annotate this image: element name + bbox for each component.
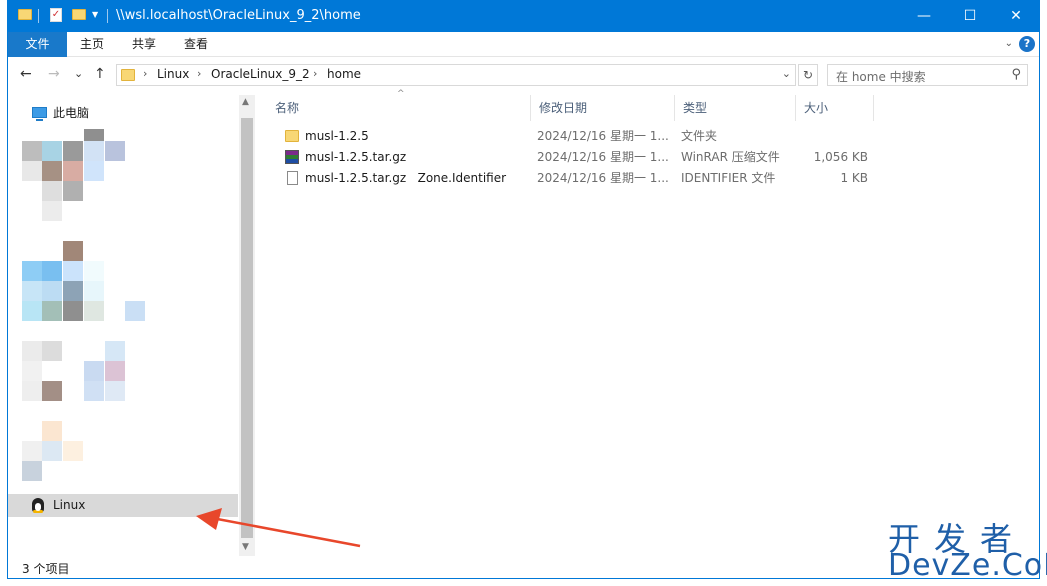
minimize-button[interactable]: — <box>901 1 947 32</box>
column-header-type[interactable]: 类型 <box>675 95 796 121</box>
file-row[interactable]: musl-1.2.5.tar.gz 2024/12/16 星期一 1... Wi… <box>267 147 887 168</box>
nav-linux[interactable]: Linux <box>8 494 238 517</box>
title-bar: ✓ ▼ \\wsl.localhost\OracleLinux_9_2\home… <box>8 1 1039 32</box>
file-explorer-window: ✓ ▼ \\wsl.localhost\OracleLinux_9_2\home… <box>7 0 1040 579</box>
back-button[interactable]: ← <box>20 66 32 82</box>
file-date: 2024/12/16 星期一 1... <box>537 150 669 164</box>
search-icon[interactable]: ⚲ <box>1011 67 1021 82</box>
tab-file[interactable]: 文件 <box>8 32 67 57</box>
folder-icon <box>121 69 135 81</box>
file-row[interactable]: musl-1.2.5.tar.gz Zone.Identifier 2024/1… <box>267 168 887 189</box>
properties-icon[interactable]: ✓ <box>50 8 62 22</box>
computer-icon <box>32 107 47 121</box>
address-bar[interactable]: › Linux › OracleLinux_9_2 › home ⌄ <box>116 64 796 86</box>
tab-view[interactable]: 查看 <box>174 32 218 57</box>
scroll-down-icon[interactable]: ▼ <box>242 542 249 552</box>
folder-icon <box>18 9 32 20</box>
tab-share[interactable]: 共享 <box>122 32 166 57</box>
file-date: 2024/12/16 星期一 1... <box>537 129 669 143</box>
file-type: IDENTIFIER 文件 <box>681 171 776 185</box>
file-list: 名称 ^ 修改日期 类型 大小 musl-1.2.5 2024/12/16 星期… <box>267 89 1039 556</box>
title-separator <box>107 9 108 23</box>
winrar-icon <box>285 150 299 164</box>
breadcrumb-linux[interactable]: Linux <box>157 67 189 81</box>
chevron-right-icon[interactable]: › <box>313 67 317 80</box>
new-folder-icon[interactable] <box>72 9 86 20</box>
column-header-name[interactable]: 名称 ^ <box>267 89 531 121</box>
chevron-right-icon[interactable]: › <box>143 67 147 80</box>
column-header-date[interactable]: 修改日期 <box>531 95 675 121</box>
close-button[interactable]: ✕ <box>993 1 1039 32</box>
file-size: 1 KB <box>840 171 868 185</box>
recent-locations-button[interactable]: ⌄ <box>74 67 83 80</box>
window-title: \\wsl.localhost\OracleLinux_9_2\home <box>116 8 361 23</box>
folder-icon <box>285 130 299 142</box>
chevron-down-icon[interactable]: ⌄ <box>782 67 791 80</box>
up-button[interactable]: ↑ <box>94 66 106 82</box>
file-size: 1,056 KB <box>813 150 868 164</box>
tab-home[interactable]: 主页 <box>70 32 114 57</box>
file-size <box>802 126 868 147</box>
status-bar: 3 个项目 <box>8 557 1039 578</box>
document-icon <box>287 171 298 185</box>
file-type: WinRAR 压缩文件 <box>681 150 780 164</box>
ribbon-menu: 文件 主页 共享 查看 ⌄ ? <box>8 32 1039 57</box>
navigation-pane-scrollbar[interactable]: ▲ ▼ <box>239 95 255 556</box>
sort-ascending-icon: ^ <box>397 89 405 99</box>
scroll-up-icon[interactable]: ▲ <box>242 97 249 107</box>
search-box[interactable]: 在 home 中搜索 ⚲ <box>827 64 1028 86</box>
scrollbar-thumb[interactable] <box>241 118 253 538</box>
pixelated-redaction <box>22 129 145 489</box>
nav-this-pc[interactable]: 此电脑 <box>8 102 228 124</box>
linux-penguin-icon <box>32 498 44 513</box>
file-name: musl-1.2.5 <box>305 129 369 143</box>
quick-access-dropdown-icon[interactable]: ▼ <box>92 10 98 19</box>
forward-button[interactable]: → <box>48 66 60 82</box>
file-name: musl-1.2.5.tar.gz Zone.Identifier <box>305 171 507 185</box>
maximize-button[interactable]: ☐ <box>947 1 993 32</box>
help-icon[interactable]: ? <box>1019 36 1035 52</box>
file-type: 文件夹 <box>681 129 718 143</box>
file-row[interactable]: musl-1.2.5 2024/12/16 星期一 1... 文件夹 <box>267 126 887 147</box>
title-separator <box>38 9 39 23</box>
breadcrumb-home[interactable]: home <box>327 67 361 81</box>
breadcrumb-oraclelinux[interactable]: OracleLinux_9_2 <box>211 67 310 81</box>
navigation-pane: 此电脑 Linux ▲ ▼ <box>8 95 255 556</box>
watermark-bottom: DevZe.CoM <box>888 548 1047 583</box>
column-header-size[interactable]: 大小 <box>796 95 874 121</box>
navigation-bar: ← → ⌄ ↑ › Linux › OracleLinux_9_2 › home… <box>8 57 1039 95</box>
refresh-button[interactable]: ↻ <box>798 64 818 86</box>
file-name: musl-1.2.5.tar.gz <box>305 150 407 164</box>
chevron-right-icon[interactable]: › <box>197 67 201 80</box>
item-count: 3 个项目 <box>22 562 70 576</box>
search-input[interactable]: 在 home 中搜索 <box>836 68 926 85</box>
expand-ribbon-icon[interactable]: ⌄ <box>1005 38 1013 49</box>
file-date: 2024/12/16 星期一 1... <box>537 171 669 185</box>
